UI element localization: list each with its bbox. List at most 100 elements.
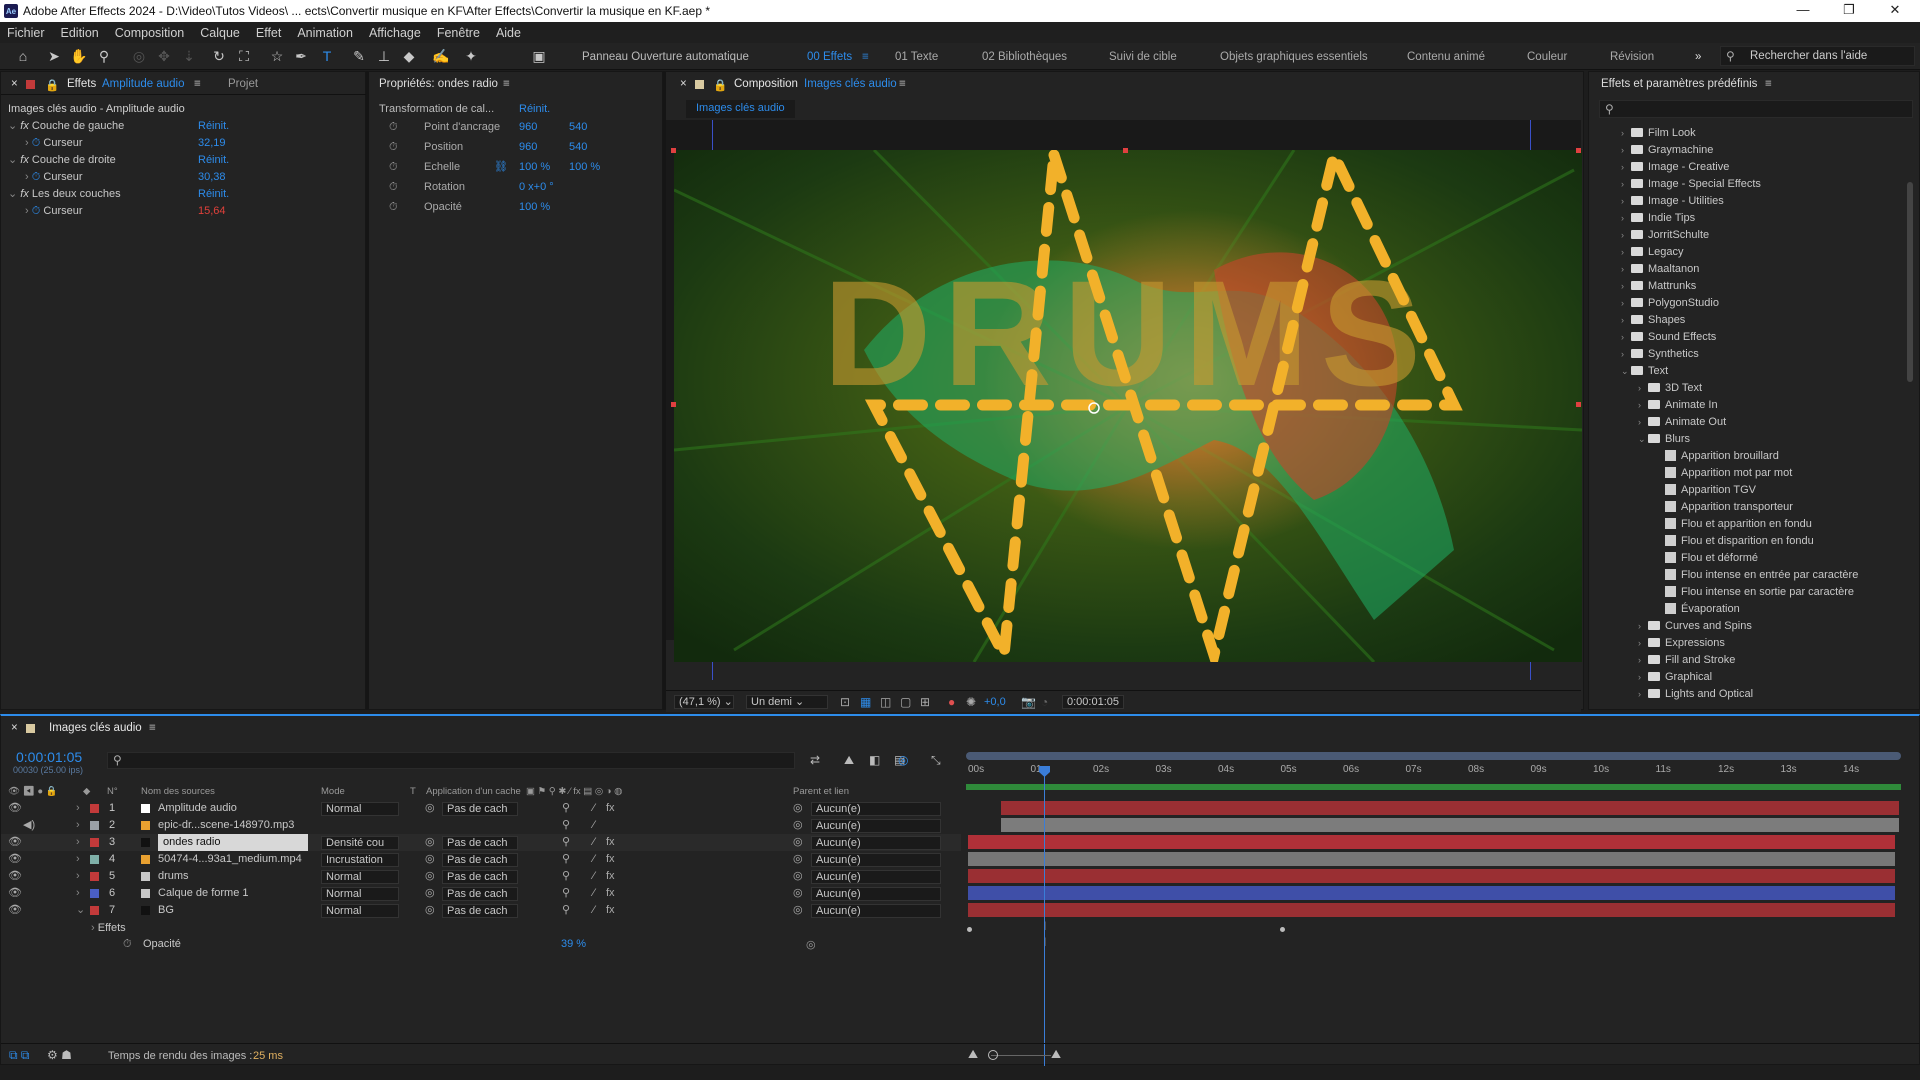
- workspace-01-texte[interactable]: 01 Texte: [895, 51, 938, 63]
- fit-view-icon[interactable]: ⊡: [840, 695, 850, 709]
- mode-dropdown[interactable]: Normal: [321, 904, 399, 918]
- tab-projet[interactable]: Projet: [228, 78, 258, 90]
- parent-pickwhip-icon[interactable]: ◎: [793, 868, 803, 885]
- preset-tree-item[interactable]: › JorritSchulte: [1621, 228, 1709, 242]
- parent-dropdown[interactable]: Aucun(e): [811, 819, 941, 833]
- menu-edition[interactable]: Edition: [61, 26, 99, 40]
- layer-name[interactable]: 50474-4...93a1_medium.mp4: [158, 851, 302, 868]
- parent-pickwhip-icon[interactable]: ◎: [793, 851, 803, 868]
- preset-tree-item[interactable]: › PolygonStudio: [1621, 296, 1719, 310]
- preset-tree-item[interactable]: › Film Look: [1621, 126, 1696, 140]
- panel-icon[interactable]: ▣: [530, 47, 548, 65]
- label-color[interactable]: [90, 855, 99, 864]
- layer-row[interactable]: 👁 › 4 50474-4...93a1_medium.mp4 Incrustation…: [1, 851, 961, 868]
- matte-pickwhip-icon[interactable]: ◎: [425, 800, 435, 817]
- preset-tree-item[interactable]: › Graphical: [1638, 670, 1712, 684]
- workspace-contenu-anime[interactable]: Contenu animé: [1407, 51, 1485, 63]
- zoom-dropdown[interactable]: (47,1 %) ⌄: [674, 695, 734, 709]
- parent-dropdown[interactable]: Aucun(e): [811, 836, 941, 850]
- tab-effets-layer[interactable]: Amplitude audio: [102, 78, 184, 90]
- preset-tree-item[interactable]: Flou intense en entrée par caractère: [1655, 568, 1858, 582]
- minimize-icon[interactable]: —: [1780, 0, 1826, 22]
- quality-switch-icon[interactable]: ⁄: [593, 817, 595, 834]
- bbox-handle[interactable]: [671, 148, 676, 153]
- reset-link[interactable]: Réinit.: [198, 186, 229, 202]
- bbox-handle[interactable]: [1576, 402, 1581, 407]
- chevron-right-icon[interactable]: ›: [1621, 126, 1631, 140]
- preset-tree-item[interactable]: › Image - Utilities: [1621, 194, 1724, 208]
- chevron-right-icon[interactable]: ›: [76, 851, 80, 868]
- layer-row[interactable]: 👁 › 6 Calque de forme 1 Normal ◎ Pas de cach ⚲ ⁄…: [1, 885, 961, 902]
- motion-blur-icon[interactable]: ◎: [898, 753, 908, 767]
- preset-tree-item[interactable]: › Expressions: [1638, 636, 1725, 650]
- cursor-value-both[interactable]: 15,64: [198, 203, 226, 219]
- timeline-zoom-slider[interactable]: [991, 1055, 1051, 1056]
- panel-menu-icon[interactable]: ≡: [1765, 78, 1772, 90]
- layer-row[interactable]: 👁 › 5 drums Normal ◎ Pas de cach ⚲ ⁄ fx ◎ Aucun(e): [1, 868, 961, 885]
- matte-dropdown[interactable]: Pas de cach: [442, 802, 518, 816]
- work-area-navigator[interactable]: [966, 752, 1901, 760]
- layer-duration-bar[interactable]: [968, 886, 1895, 900]
- parent-dropdown[interactable]: Aucun(e): [811, 853, 941, 867]
- preset-tree-item[interactable]: › Animate In: [1638, 398, 1718, 412]
- prop-rotation-value[interactable]: 0 x+0 °: [519, 179, 554, 195]
- chevron-right-icon[interactable]: ›: [1621, 245, 1631, 259]
- chevron-right-icon[interactable]: ›: [1638, 636, 1648, 650]
- menu-effet[interactable]: Effet: [256, 26, 281, 40]
- home-icon[interactable]: ⌂: [14, 47, 32, 65]
- matte-dropdown[interactable]: Pas de cach: [442, 836, 518, 850]
- eye-icon[interactable]: 👁: [8, 834, 22, 851]
- chevron-right-icon[interactable]: ›: [1621, 194, 1631, 208]
- shy-switch-icon[interactable]: ⚲: [562, 817, 570, 834]
- region-of-interest-icon[interactable]: ▢: [900, 695, 911, 709]
- layer-name[interactable]: drums: [158, 868, 189, 885]
- more-workspaces-icon[interactable]: »: [1695, 51, 1701, 63]
- label-color[interactable]: [90, 804, 99, 813]
- chevron-right-icon[interactable]: ›: [1621, 177, 1631, 191]
- layer-row[interactable]: ◀) › 2 epic-dr...scene-148970.mp3 ⚲ ⁄ ◎ Aucun(e…: [1, 817, 961, 834]
- matte-dropdown[interactable]: Pas de cach: [442, 904, 518, 918]
- layer-row[interactable]: 👁 ⌄ 7 BG Normal ◎ Pas de cach ⚲ ⁄ fx ◎ Aucun(e): [1, 902, 961, 919]
- chevron-right-icon[interactable]: ⌄: [76, 902, 85, 919]
- quality-switch-icon[interactable]: ⁄: [593, 885, 595, 902]
- parent-pickwhip-icon[interactable]: ◎: [793, 834, 803, 851]
- quality-switch-icon[interactable]: ⁄: [593, 851, 595, 868]
- chevron-right-icon[interactable]: ›: [1621, 211, 1631, 225]
- zoom-out-icon[interactable]: ⛰: [968, 1047, 978, 1062]
- preset-tree-item[interactable]: Apparition mot par mot: [1655, 466, 1792, 480]
- matte-dropdown[interactable]: Pas de cach: [442, 870, 518, 884]
- move-tool-icon[interactable]: ✥: [155, 47, 173, 65]
- comp-viewer[interactable]: DRUMS: [666, 120, 1582, 680]
- clone-stamp-icon[interactable]: ⊥: [375, 47, 393, 65]
- audio-icon[interactable]: ◀): [23, 817, 35, 834]
- time-ruler[interactable]: 00s 01s 02s 03s 04s 05s 06s 07s 08s 09s 10s 11s 12s 1…: [966, 762, 1901, 784]
- opacity-subprop-value[interactable]: 39 %: [561, 938, 586, 950]
- layer-search-input[interactable]: ⚲: [107, 752, 795, 769]
- constrain-link-icon[interactable]: ⛓: [494, 159, 508, 175]
- current-time-display[interactable]: 0:00:01:05: [1062, 695, 1124, 709]
- panel-close-icon[interactable]: ×: [11, 78, 18, 90]
- panel-menu-icon[interactable]: ≡: [503, 78, 510, 90]
- prop-anchor-y[interactable]: 540: [569, 119, 587, 135]
- stopwatch-icon[interactable]: ⏱: [389, 159, 398, 175]
- stopwatch-icon[interactable]: ⏱: [389, 179, 398, 195]
- parent-pickwhip-icon[interactable]: ◎: [793, 817, 803, 834]
- quality-switch-icon[interactable]: ⁄: [593, 902, 595, 919]
- preset-tree-item[interactable]: › Image - Creative: [1621, 160, 1729, 174]
- eye-icon[interactable]: 👁: [8, 902, 22, 919]
- layer-duration-bar[interactable]: [968, 903, 1895, 917]
- chevron-right-icon[interactable]: ›: [76, 817, 80, 834]
- stopwatch-icon[interactable]: ⏱: [389, 139, 398, 155]
- bbox-handle[interactable]: [671, 402, 676, 407]
- layer-name[interactable]: Amplitude audio: [158, 800, 237, 817]
- col-source-name[interactable]: Nom des sources: [141, 784, 215, 800]
- lock-icon[interactable]: 🔒: [713, 78, 727, 92]
- preset-tree-item[interactable]: › Indie Tips: [1621, 211, 1695, 225]
- pickwhip-icon[interactable]: ◎: [806, 938, 816, 951]
- close-icon[interactable]: ✕: [1872, 0, 1918, 22]
- presets-scrollbar[interactable]: [1907, 182, 1913, 382]
- mode-dropdown[interactable]: Normal: [321, 870, 399, 884]
- preset-tree-item[interactable]: Apparition brouillard: [1655, 449, 1779, 463]
- shy-switch-icon[interactable]: ⚲: [562, 868, 570, 885]
- graph-editor-icon[interactable]: ⤡: [931, 753, 941, 768]
